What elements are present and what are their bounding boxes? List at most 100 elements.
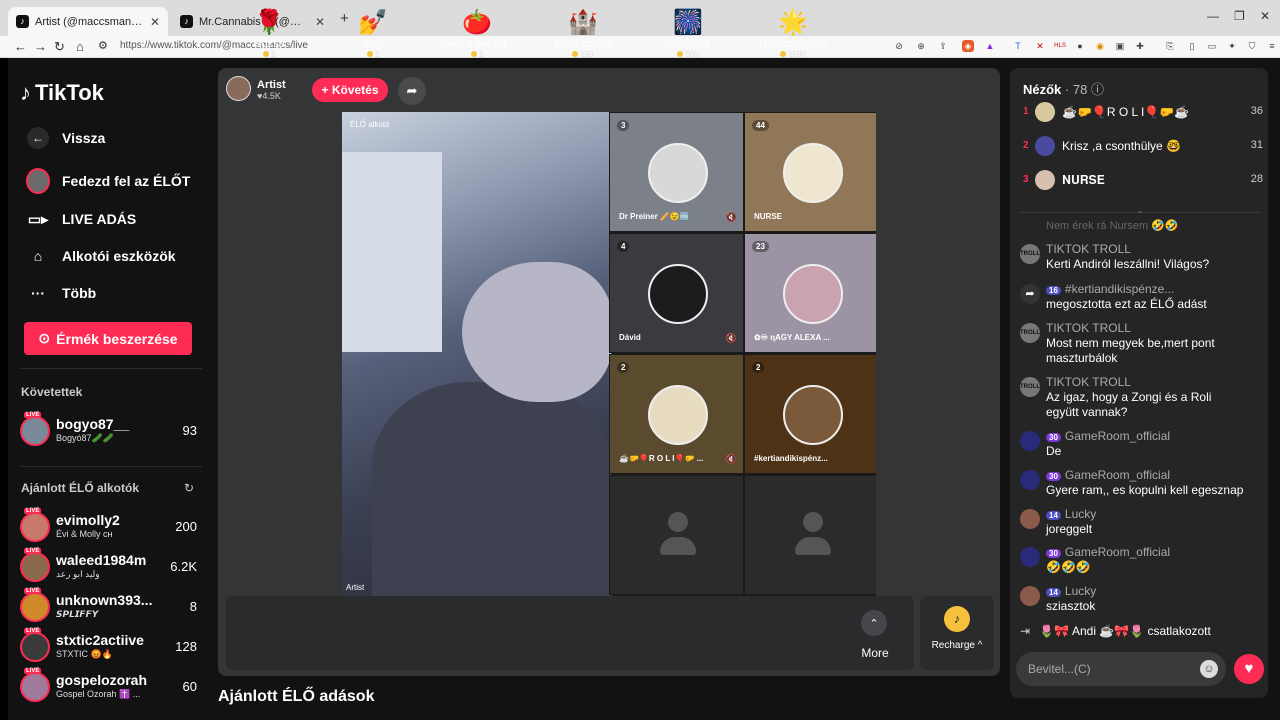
recharge-button[interactable]: ♪ Recharge ^ bbox=[920, 596, 994, 670]
gift-name: Tom, a paradi... bbox=[439, 38, 515, 50]
mic-muted-icon: 🔇 bbox=[725, 454, 737, 464]
more-gifts-button[interactable]: ⌃ More bbox=[861, 610, 889, 660]
extension-dark-icon[interactable]: ● bbox=[1074, 40, 1086, 52]
browser-tab-active[interactable]: ♪ Artist (@maccsmancs) ÉLŐ ad ✕ bbox=[8, 7, 168, 36]
avatar bbox=[20, 632, 50, 662]
extension-box-icon[interactable]: ▣ bbox=[1114, 40, 1126, 52]
guest-tile[interactable]: 44 NURSE bbox=[744, 112, 876, 232]
chat-text: Most nem megyek be,mert pont maszturbálo… bbox=[1046, 336, 1215, 365]
guest-tile[interactable]: 3 Dr Preiner 🥖😉🆒 🔇 bbox=[609, 112, 744, 232]
guest-count: 44 bbox=[752, 120, 769, 131]
top-viewer[interactable]: 2 Krisz ,a csonthülye 🤓 31 bbox=[1023, 136, 1263, 160]
gift-item[interactable]: 🎆 Tűzijáték 500 bbox=[638, 8, 738, 59]
nav-live-studio[interactable]: ▭▸ LIVE ADÁS bbox=[26, 207, 136, 231]
guest-name: NURSE bbox=[754, 212, 783, 221]
coin-icon bbox=[262, 51, 269, 57]
main-creator-label: ÉLŐ alkotó bbox=[350, 120, 390, 129]
info-icon[interactable]: ⓘ bbox=[1091, 82, 1104, 97]
refresh-icon[interactable]: ↻ bbox=[184, 481, 194, 495]
fan-level-badge: 30 bbox=[1046, 433, 1061, 442]
nav-creator-tools[interactable]: ⌂ Alkotói eszközök bbox=[26, 244, 176, 268]
chat-username-line: 16 #kertiandikispénze... bbox=[1046, 282, 1174, 296]
reload-icon[interactable]: ↻ bbox=[54, 39, 65, 55]
gift-item[interactable]: 🌟 Hullócsillagok 1580 bbox=[743, 8, 843, 59]
nav-explore-live[interactable]: Fedezd fel az ÉLŐT bbox=[26, 168, 190, 194]
forward-icon[interactable]: → bbox=[34, 39, 47, 54]
close-tab-icon[interactable]: ✕ bbox=[150, 15, 160, 29]
home-icon[interactable]: ⌂ bbox=[76, 39, 84, 54]
gift-item[interactable]: 🏰 Éjjeli csillag 199 bbox=[533, 8, 633, 59]
recommended-creator[interactable]: LIVE stxtic2actiive STXTIC 😡🔥 128 bbox=[20, 628, 202, 666]
empty-guest-slot[interactable] bbox=[744, 475, 876, 595]
guest-tile[interactable]: 2 ☕🤛🎈R O L I🎈🤛 ... 🔇 bbox=[609, 354, 744, 474]
expand-chevron-icon[interactable]: ⌄ bbox=[1136, 205, 1144, 216]
gift-item[interactable]: 🍅 Tom, a paradi... 1 bbox=[427, 8, 527, 59]
rewards-icon[interactable]: ▲ bbox=[984, 40, 996, 52]
leo-icon[interactable]: ✦ bbox=[1226, 40, 1238, 52]
vpn-icon[interactable]: ⛉ bbox=[1246, 40, 1258, 52]
bookmark-icon[interactable]: ⎘ bbox=[1164, 40, 1176, 52]
extension-color-icon[interactable]: ◉ bbox=[1094, 40, 1106, 52]
tiktok-favicon-icon: ♪ bbox=[180, 15, 193, 28]
maximize-icon[interactable]: ❐ bbox=[1234, 9, 1245, 23]
share-page-icon[interactable]: ⇪ bbox=[937, 40, 949, 52]
recommended-creator[interactable]: LIVE waleed1984m وليد ابو رعد 6.2K bbox=[20, 548, 202, 586]
menu-icon[interactable]: ≡ bbox=[1266, 40, 1278, 52]
get-coins-label: Érmék beszerzése bbox=[56, 330, 178, 347]
live-video[interactable]: ÉLŐ alkotó Artist 3 Dr Preiner 🥖😉🆒 🔇 44 … bbox=[342, 112, 876, 596]
more-label: More bbox=[861, 646, 889, 660]
sidebar-toggle-icon[interactable]: ▯ bbox=[1186, 40, 1198, 52]
share-icon[interactable]: ➦ bbox=[398, 77, 426, 105]
chat-username: GameRoom_official bbox=[1064, 545, 1171, 559]
top-viewer[interactable]: 1 ☕🤛🎈R O L I🎈🤛☕ 36 bbox=[1023, 102, 1263, 126]
host-avatar[interactable] bbox=[226, 76, 251, 101]
gift-name: Éjjeli csillag bbox=[554, 38, 612, 50]
video-camera-icon: ▭▸ bbox=[27, 210, 49, 227]
wallet-icon[interactable]: ▭ bbox=[1206, 40, 1218, 52]
viewer-name: ☕🤛🎈R O L I🎈🤛☕ bbox=[1062, 105, 1190, 119]
person-placeholder-icon bbox=[795, 512, 831, 562]
emoji-icon[interactable]: ☺ bbox=[1200, 660, 1218, 678]
viewers-header[interactable]: Nézők · 78 ⓘ bbox=[1023, 79, 1104, 98]
brave-shield-icon[interactable]: ◈ bbox=[962, 40, 974, 52]
rose-icon: 🌹 bbox=[254, 9, 284, 36]
guest-tile[interactable]: 2 #kertiandikispénz... bbox=[744, 354, 876, 474]
following-creator[interactable]: LIVE bogyo87__ Bogyó87🥒🥒 93 bbox=[20, 412, 202, 450]
translate-icon[interactable]: T bbox=[1012, 40, 1024, 52]
empty-guest-slot[interactable] bbox=[609, 475, 744, 595]
avatar bbox=[1035, 170, 1055, 190]
puzzle-icon[interactable]: ✚ bbox=[1134, 40, 1146, 52]
zoom-icon[interactable]: ⊕ bbox=[915, 40, 927, 52]
fan-level-badge: 14 bbox=[1046, 588, 1061, 597]
chat-input[interactable]: Bevitel...(C) ☺ bbox=[1016, 652, 1226, 686]
like-heart-button[interactable]: ♥ bbox=[1234, 654, 1264, 684]
nav-more[interactable]: ··· Több bbox=[26, 281, 96, 305]
gift-item[interactable]: 🌹 Rózsa 1 bbox=[219, 8, 319, 59]
host-info[interactable]: Artist ♥4.5K bbox=[226, 76, 286, 101]
creator-nickname: وليد ابو رعد bbox=[56, 569, 100, 579]
tiktok-note-icon: ♪ bbox=[20, 80, 31, 105]
no-translate-icon[interactable]: ⊘ bbox=[893, 40, 905, 52]
nav-back[interactable]: ← Vissza bbox=[26, 126, 105, 150]
window-close-icon[interactable]: ✕ bbox=[1260, 9, 1270, 23]
tiktok-logo[interactable]: ♪ TikTok bbox=[20, 80, 104, 106]
guest-tile[interactable]: 23 ✿♾ ɳAGY ALEXA ... bbox=[744, 233, 876, 353]
recommended-creator[interactable]: LIVE gospelozorah Gospel Ozorah ✝️ ... 6… bbox=[20, 668, 202, 706]
site-info-icon[interactable]: ⚙ bbox=[98, 39, 108, 52]
creator-nickname: Bogyó87🥒🥒 bbox=[56, 433, 114, 443]
back-icon[interactable]: ← bbox=[14, 39, 27, 54]
hls-extension-icon[interactable]: HLS bbox=[1054, 40, 1066, 52]
top-viewer[interactable]: 3 𝐍𝐔𝐑𝐒𝐄 28 bbox=[1023, 170, 1263, 194]
recommended-creator[interactable]: LIVE unknown393... 𝙎𝙋𝙇𝙄𝙁𝙁𝙔 8 bbox=[20, 588, 202, 626]
minimize-icon[interactable]: — bbox=[1207, 9, 1219, 23]
follow-button[interactable]: + Követés bbox=[312, 78, 388, 102]
guest-tile[interactable]: 4 Dávid 🔇 bbox=[609, 233, 744, 353]
guest-avatar bbox=[783, 264, 843, 324]
recommended-creator[interactable]: LIVE evimolly2 Évi & Molly ᴄʜ 200 bbox=[20, 508, 202, 546]
get-coins-button[interactable]: ⊙ Érmék beszerzése bbox=[24, 322, 192, 355]
person-face bbox=[462, 262, 612, 402]
creator-name: gospelozorah bbox=[56, 672, 148, 688]
extension-x-icon[interactable]: ✕ bbox=[1034, 40, 1046, 52]
gift-item[interactable]: 💅 Slay 1 bbox=[323, 8, 423, 59]
guest-name: ✿♾ ɳAGY ALEXA ... bbox=[754, 333, 830, 342]
